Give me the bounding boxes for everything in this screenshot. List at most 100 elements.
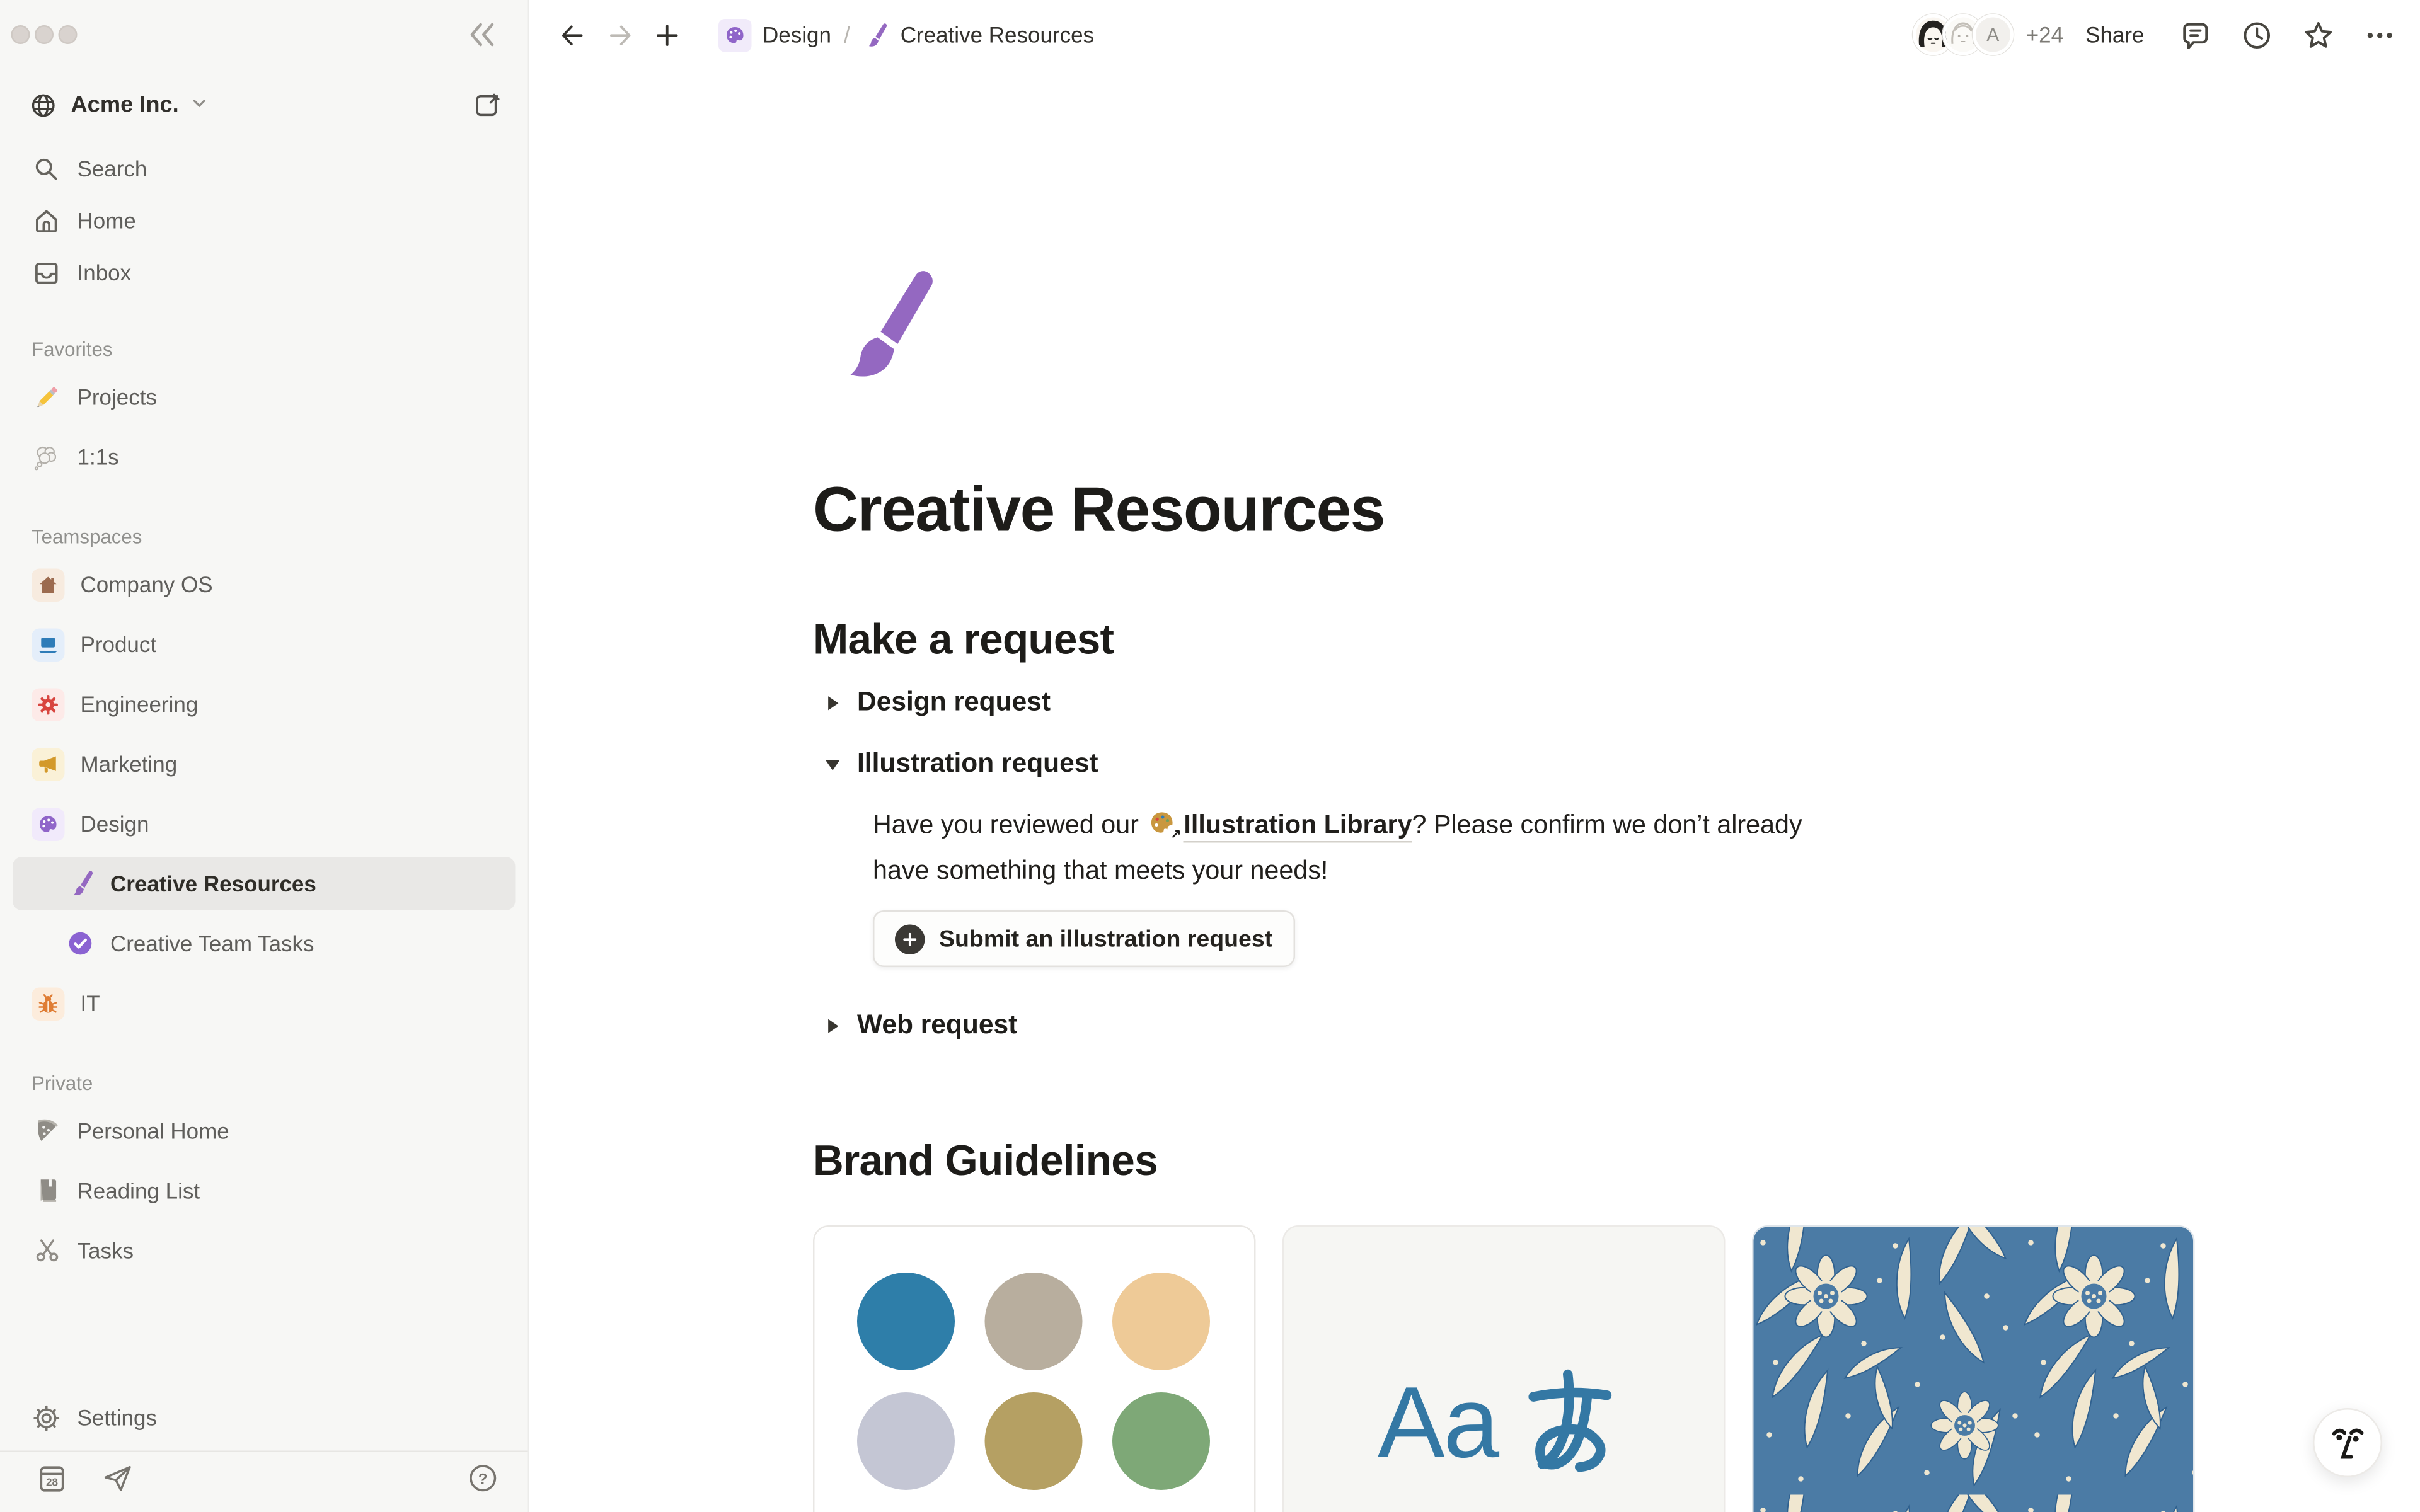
window-controls[interactable]	[11, 25, 78, 44]
breadcrumb: Design / Creative Resources	[718, 18, 1094, 52]
workspace-switcher[interactable]: Acme Inc.	[19, 79, 512, 132]
sidebar-item-label: Marketing	[81, 752, 178, 777]
sidebar-item-label: IT	[81, 991, 100, 1016]
brand-cards-row: Aa	[813, 1225, 2231, 1512]
sidebar-item-marketing[interactable]: Marketing	[13, 737, 516, 791]
sidebar-section-teamspaces[interactable]: Teamspaces	[32, 526, 528, 548]
sidebar-item-projects[interactable]: Projects	[13, 370, 516, 424]
plus-circle-icon	[895, 924, 925, 954]
new-page-icon[interactable]	[646, 14, 687, 55]
paintbrush-icon	[863, 21, 890, 49]
toggle-illustration-request[interactable]: Illustration request	[813, 740, 2231, 788]
comments-icon[interactable]	[2176, 16, 2214, 54]
gear-icon	[32, 687, 65, 721]
sidebar-item-label: Engineering	[81, 692, 199, 717]
sidebar-item-1-1s[interactable]: 1:1s	[13, 430, 516, 484]
topbar-right: A +24 Share	[1913, 14, 2398, 55]
toggle-web-request[interactable]: Web request	[813, 1002, 2231, 1049]
sidebar-item-home[interactable]: Home	[13, 195, 516, 246]
sidebar-item-label: Inbox	[78, 260, 132, 285]
brand-typography-card: Aa	[1282, 1225, 1726, 1512]
palette-icon	[32, 807, 65, 840]
sidebar-item-company-os[interactable]: Company OS	[13, 558, 516, 611]
window-close-button[interactable]	[11, 25, 30, 44]
breadcrumb-page[interactable]: Creative Resources	[901, 22, 1094, 47]
svg-text:28: 28	[46, 1475, 59, 1487]
check-circle-icon	[65, 929, 95, 959]
color-swatch	[1112, 1392, 1210, 1490]
toggle-label: Illustration request	[857, 748, 1098, 780]
breadcrumb-teamspace[interactable]: Design	[763, 22, 831, 47]
svg-text:?: ?	[478, 1470, 488, 1487]
breadcrumb-separator: /	[844, 22, 850, 47]
illustration-library-link[interactable]: Illustration Library	[1184, 811, 1412, 843]
sidebar-item-creative-resources[interactable]: Creative Resources	[13, 857, 516, 910]
color-swatch-grid	[857, 1273, 1254, 1490]
scissors-icon	[32, 1235, 62, 1266]
collaborator-avatars[interactable]: A	[1913, 14, 2014, 55]
chevron-down-icon	[188, 93, 209, 122]
ai-face-icon	[2315, 1408, 2381, 1477]
sidebar-item-personal-home[interactable]: Personal Home	[13, 1104, 516, 1158]
color-swatch	[985, 1392, 1083, 1490]
home-icon	[32, 205, 62, 236]
sidebar-item-reading-list[interactable]: Reading List	[13, 1164, 516, 1218]
sidebar: Acme Inc. Search Home	[0, 0, 529, 1512]
paintbrush-icon	[65, 869, 95, 899]
triangle-right-icon[interactable]	[813, 1007, 851, 1045]
sidebar-item-tasks[interactable]: Tasks	[13, 1224, 516, 1278]
page-title: Creative Resources	[813, 476, 2231, 547]
window-zoom-button[interactable]	[59, 25, 78, 44]
design-teamspace-palette-icon[interactable]	[718, 18, 752, 52]
sidebar-item-label: Home	[78, 208, 136, 233]
link-arrow-icon: ↗	[1168, 825, 1184, 841]
notion-ai-button[interactable]	[2313, 1408, 2382, 1477]
sidebar-item-product[interactable]: Product	[13, 617, 516, 671]
sidebar-item-design[interactable]: Design	[13, 797, 516, 850]
typography-sample-latin: Aa	[1378, 1364, 1498, 1480]
sidebar-item-search[interactable]: Search	[13, 144, 516, 194]
favorite-star-icon[interactable]	[2299, 16, 2337, 54]
share-button[interactable]: Share	[2085, 22, 2144, 47]
body-text-before: Have you reviewed our	[873, 811, 1139, 840]
sidebar-item-label: Search	[78, 156, 147, 181]
calendar-icon[interactable]: 28	[35, 1461, 69, 1504]
sidebar-section-private[interactable]: Private	[32, 1073, 528, 1095]
sidebar-item-label: Projects	[78, 384, 157, 410]
back-icon[interactable]	[551, 14, 592, 55]
search-icon	[32, 154, 62, 184]
sidebar-item-label: Creative Team Tasks	[110, 931, 314, 956]
paper-plane-icon[interactable]	[101, 1462, 134, 1503]
sidebar-section-favorites[interactable]: Favorites	[32, 339, 528, 361]
brand-pattern-image	[1752, 1225, 2195, 1512]
window-minimize-button[interactable]	[35, 25, 54, 44]
globe-icon	[28, 91, 59, 121]
sidebar-item-creative-team-tasks[interactable]: Creative Team Tasks	[13, 917, 516, 970]
help-icon[interactable]: ?	[466, 1462, 500, 1503]
collaborators-overflow-count[interactable]: +24	[2026, 22, 2063, 47]
house-icon	[32, 568, 65, 601]
compose-icon[interactable]	[473, 91, 503, 121]
forward-icon[interactable]	[599, 14, 640, 55]
page-icon-paintbrush[interactable]	[818, 265, 941, 387]
sidebar-item-settings[interactable]: Settings	[13, 1392, 516, 1443]
notion-app-window: Acme Inc. Search Home	[0, 0, 2420, 1512]
toggle-label: Design request	[857, 687, 1051, 718]
sidebar-collapse-icon[interactable]	[465, 18, 500, 52]
triangle-right-icon[interactable]	[813, 684, 851, 721]
book-icon	[32, 1176, 62, 1206]
sidebar-item-label: Reading List	[78, 1178, 200, 1203]
brand-color-palette-card	[813, 1225, 1256, 1512]
button-label: Submit an illustration request	[939, 925, 1272, 953]
updates-clock-icon[interactable]	[2237, 16, 2275, 54]
sidebar-item-it[interactable]: IT	[13, 976, 516, 1030]
sidebar-item-engineering[interactable]: Engineering	[13, 677, 516, 731]
submit-illustration-request-button[interactable]: Submit an illustration request	[873, 910, 1294, 967]
sidebar-bottom-bar: 28 ?	[0, 1452, 528, 1512]
sidebar-item-label: Tasks	[78, 1238, 134, 1263]
sidebar-item-inbox[interactable]: Inbox	[13, 248, 516, 298]
avatar-initial[interactable]: A	[1973, 14, 2014, 55]
triangle-down-icon[interactable]	[813, 745, 851, 783]
more-options-icon[interactable]	[2360, 16, 2398, 54]
toggle-design-request[interactable]: Design request	[813, 679, 2231, 726]
